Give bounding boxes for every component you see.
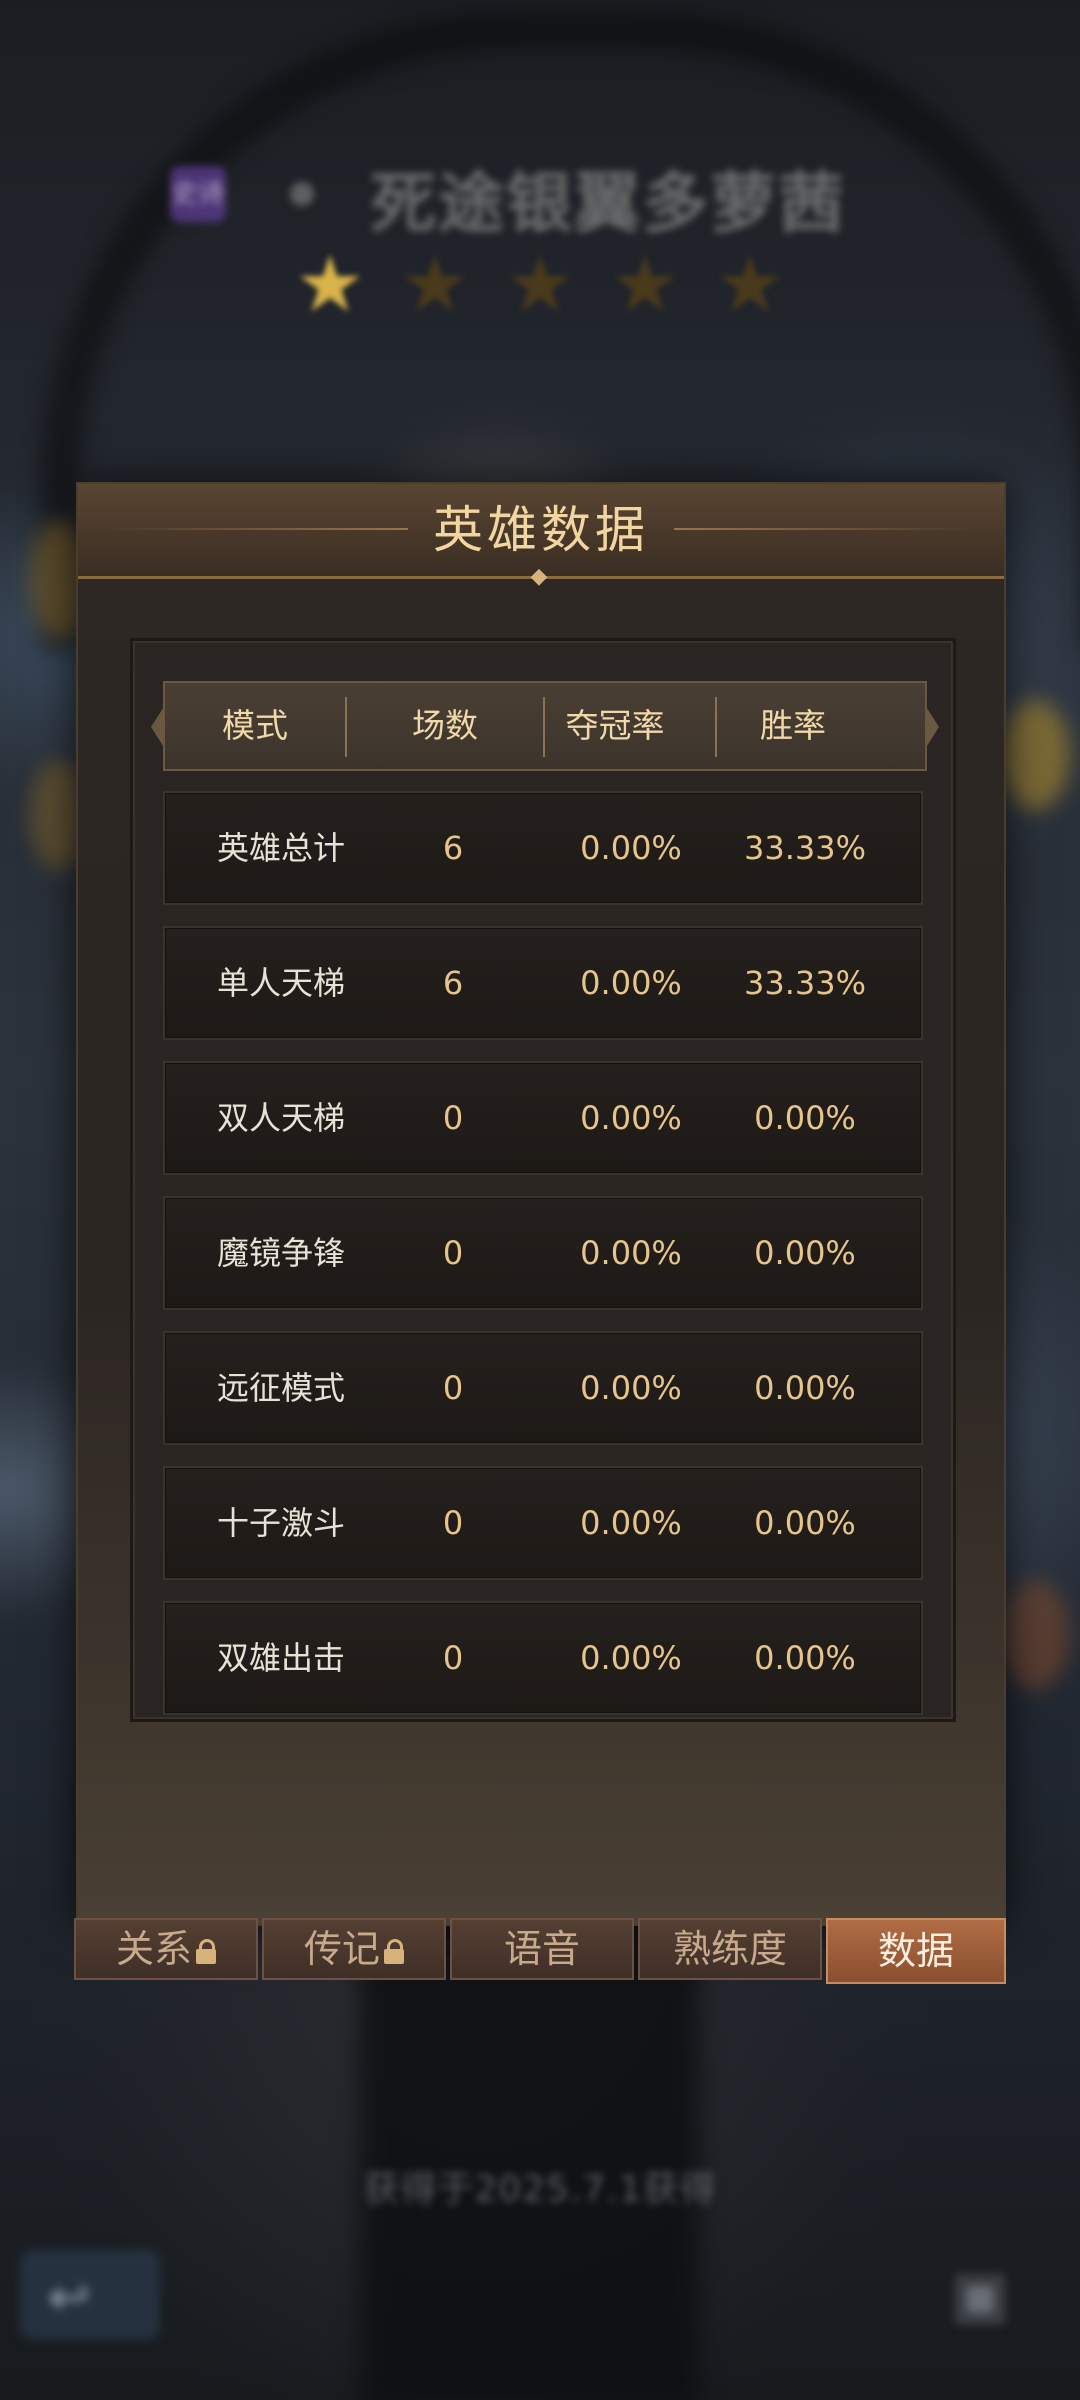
star-rating: ★ ★ ★ ★ ★ [290,245,790,325]
star-icon: ★ [610,240,680,330]
rarity-badge: 史诗 [170,166,226,222]
row-mode: 魔镜争锋 [216,1234,345,1272]
table-body: 英雄总计 6 0.00% 33.33% 单人天梯 6 0.00% 33.33% … [163,791,923,1736]
row-win-rate: 33.33% [743,829,866,867]
row-champion-rate: 0.00% [580,1639,682,1677]
row-games: 0 [442,1369,464,1407]
tab-label: 熟练度 [672,1927,787,1971]
hero-class-icon [290,182,314,206]
row-games: 0 [442,1234,464,1272]
row-champion-rate: 0.00% [580,1369,682,1407]
row-games: 0 [442,1504,464,1542]
tab-bar: 关系 传记 语音 熟练度 数据 [74,1918,1006,1986]
row-champion-rate: 0.00% [580,829,682,867]
panel-title: 英雄数据 [433,501,649,559]
row-games: 0 [442,1099,464,1137]
tab-voice[interactable]: 语音 [450,1918,634,1980]
row-win-rate: 33.33% [743,964,866,1002]
background-ornament [1000,1580,1070,1690]
column-header-mode: 模式 [222,706,288,745]
header-ornament-icon: ◆ [530,564,548,589]
row-mode: 双人天梯 [216,1099,345,1137]
row-champion-rate: 0.00% [580,1099,682,1137]
star-icon: ★ [505,240,575,330]
tab-label: 关系 [115,1927,192,1971]
column-divider [345,697,347,757]
row-win-rate: 0.00% [754,1234,856,1272]
lock-icon [384,1938,404,1965]
acquired-date-note: 获得于2025.7.1获得 [363,2169,717,2210]
header-arrow-left-icon [151,705,165,749]
back-button[interactable]: ↩ [20,2250,160,2340]
table-row: 魔镜争锋 0 0.00% 0.00% [163,1196,923,1310]
row-mode: 远征模式 [216,1369,345,1407]
table-row: 双雄出击 0 0.00% 0.00% [163,1601,923,1715]
hero-data-panel: 英雄数据 ◆ 模式 场数 夺冠率 胜率 英雄总计 6 0.00% 33.33% … [76,482,1006,1926]
table-row: 双人天梯 0 0.00% 0.00% [163,1061,923,1175]
row-mode: 英雄总计 [216,829,345,867]
star-icon: ★ [400,240,470,330]
column-header-win-rate: 胜率 [760,706,826,745]
table-row: 远征模式 0 0.00% 0.00% [163,1331,923,1445]
share-icon[interactable]: ▣ [930,2260,1030,2380]
tab-proficiency[interactable]: 熟练度 [638,1918,822,1980]
row-games: 6 [442,829,464,867]
table-row: 十子激斗 0 0.00% 0.00% [163,1466,923,1580]
stats-table: 模式 场数 夺冠率 胜率 英雄总计 6 0.00% 33.33% 单人天梯 6 … [130,638,956,1722]
tab-relationship[interactable]: 关系 [74,1918,258,1980]
row-win-rate: 0.00% [754,1369,856,1407]
star-icon: ★ [295,240,365,330]
row-win-rate: 0.00% [754,1099,856,1137]
table-row: 单人天梯 6 0.00% 33.33% [163,926,923,1040]
row-champion-rate: 0.00% [580,1234,682,1272]
row-champion-rate: 0.00% [580,1504,682,1542]
table-header: 模式 场数 夺冠率 胜率 [151,681,939,771]
table-row: 英雄总计 6 0.00% 33.33% [163,791,923,905]
tab-label: 数据 [877,1929,954,1973]
row-mode: 十子激斗 [216,1504,345,1542]
row-games: 0 [442,1639,464,1677]
row-win-rate: 0.00% [754,1639,856,1677]
row-win-rate: 0.00% [754,1504,856,1542]
header-arrow-right-icon [925,705,939,749]
row-games: 6 [442,964,464,1002]
row-mode: 双雄出击 [216,1639,345,1677]
tab-data[interactable]: 数据 [826,1918,1006,1984]
back-arrow-icon: ↩ [48,2268,90,2326]
row-mode: 单人天梯 [216,964,345,1002]
lock-icon [196,1938,216,1965]
column-header-games: 场数 [412,706,478,745]
column-header-champion-rate: 夺冠率 [565,706,665,745]
hero-name: 死途银翼多萝茜 [370,165,846,242]
tab-label: 语音 [503,1927,580,1971]
tab-biography[interactable]: 传记 [262,1918,446,1980]
hero-header: 史诗 死途银翼多萝茜 [170,140,910,250]
background-ornament [1000,700,1070,810]
tab-label: 传记 [303,1927,380,1971]
star-icon: ★ [715,240,785,330]
row-champion-rate: 0.00% [580,964,682,1002]
